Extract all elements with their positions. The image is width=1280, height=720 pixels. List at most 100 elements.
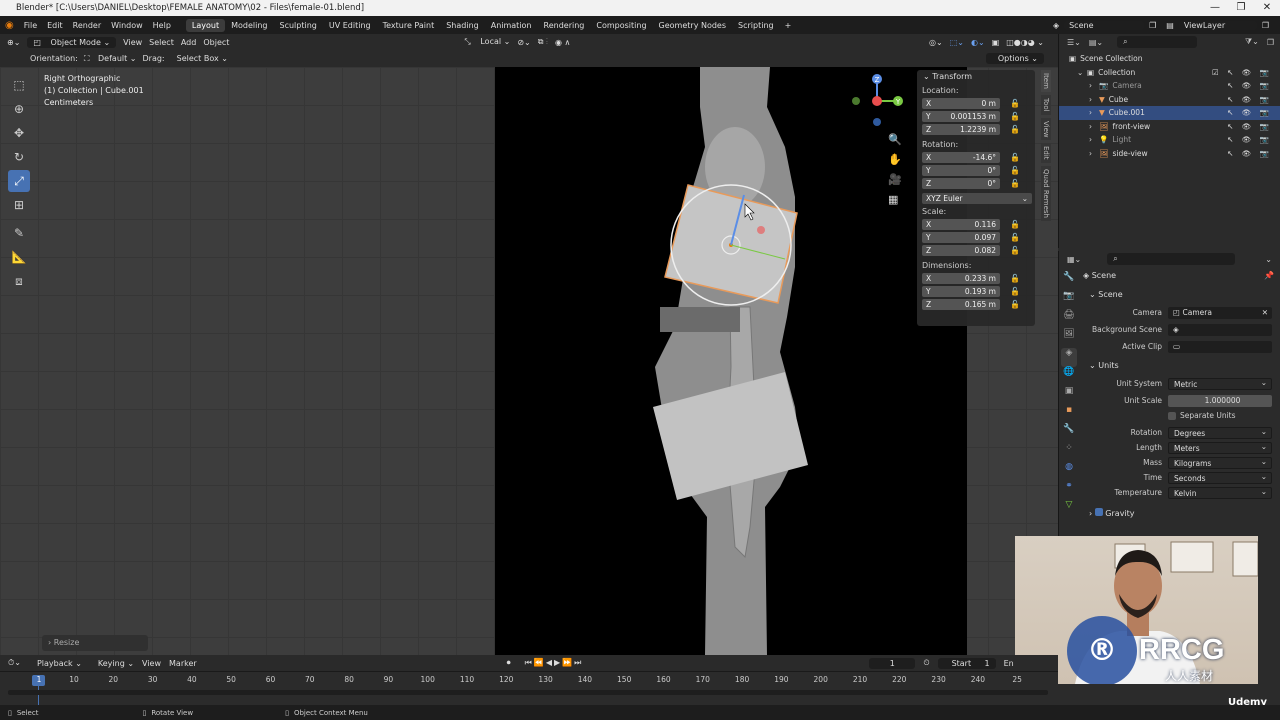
new-scene-icon[interactable]: ❐ — [1144, 21, 1161, 30]
expand-arrow-icon[interactable]: › — [1089, 133, 1099, 147]
menu-render[interactable]: Render — [68, 21, 106, 30]
rot-y-field[interactable]: Y 0° — [922, 165, 1000, 176]
rotate-tool-icon[interactable]: ↻ — [8, 146, 30, 168]
tab-modeling[interactable]: Modeling — [225, 19, 273, 32]
lock-icon[interactable]: 🔓 — [1010, 246, 1020, 255]
rotation-unit-dropdown[interactable]: Degrees — [1168, 426, 1272, 439]
rotation-mode-dropdown[interactable]: XYZ Euler ⌄ — [922, 193, 1032, 204]
separate-units-checkbox[interactable] — [1168, 411, 1176, 420]
filter-icon[interactable]: ⧩⌄ — [1245, 37, 1259, 47]
gravity-checkbox[interactable] — [1094, 508, 1103, 516]
shading-modes-icon[interactable]: ◫●◑◕ ⌄ — [1006, 38, 1044, 47]
scl-z-field[interactable]: Z 0.082 — [922, 245, 1000, 256]
tab-shading[interactable]: Shading — [440, 19, 485, 32]
use-preview-range-icon[interactable]: ⏲ — [923, 658, 929, 668]
loc-x-field[interactable]: X 0 m — [922, 98, 1000, 109]
scene-tab-icon[interactable]: ◈ — [1061, 348, 1077, 367]
outliner-item-light[interactable]: › 💡 Light ↖ 👁 📷 — [1059, 133, 1280, 147]
unit-system-dropdown[interactable]: Metric — [1168, 377, 1272, 390]
transform-tool-icon[interactable]: ⊞ — [8, 194, 30, 216]
outliner-editor-icon[interactable]: ☰⌄ — [1067, 38, 1081, 47]
sidetab-view[interactable]: View — [1041, 117, 1051, 141]
scl-y-field[interactable]: Y 0.097 — [922, 232, 1000, 243]
gizmo-nav-neg-z[interactable] — [873, 118, 881, 126]
new-collection-icon[interactable]: ❐ — [1267, 38, 1274, 47]
scene-selector[interactable]: Scene — [1064, 20, 1145, 30]
constraints-tab-icon[interactable]: ⚭ — [1061, 481, 1077, 500]
lock-icon[interactable]: 🔓 — [1010, 99, 1020, 108]
timeline-ruler[interactable]: 1 10 20 30 40 50 60 70 80 90 100 110 120 130 140 150 160… — [0, 671, 1058, 706]
mode-dropdown[interactable]: ◰ Object Mode ⌄ — [27, 36, 117, 48]
rot-x-field[interactable]: X -14.6° — [922, 152, 1000, 163]
outliner-item-cube-001[interactable]: › ▼ Cube.001 ↖ 👁 📷 — [1059, 106, 1280, 120]
menu-edit[interactable]: Edit — [42, 21, 68, 30]
visibility-toggles-icon[interactable]: ☑ ↖ 👁 📷 — [1212, 66, 1272, 80]
active-clip-field[interactable]: ▭ — [1168, 340, 1272, 353]
visibility-toggles-icon[interactable]: ↖ 👁 📷 — [1227, 147, 1272, 161]
visibility-toggles-icon[interactable]: ↖ 👁 📷 — [1227, 106, 1272, 120]
gizmo-toggle-icon[interactable]: ⬚⌄ — [950, 38, 964, 47]
loc-y-field[interactable]: Y 0.001153 m — [922, 111, 1000, 122]
minimize-button[interactable]: — — [1202, 0, 1228, 16]
timeline-scrollbar[interactable] — [8, 690, 1048, 695]
visibility-toggles-icon[interactable]: ↖ 👁 📷 — [1227, 120, 1272, 134]
output-tab-icon[interactable]: 🖨 — [1061, 310, 1077, 329]
playback-menu[interactable]: Playback ⌄ — [29, 659, 82, 668]
expand-arrow-icon[interactable]: ⌄ — [1077, 66, 1087, 80]
lock-icon[interactable]: 🔓 — [1010, 287, 1020, 296]
end-frame-field[interactable]: En — [1004, 659, 1014, 668]
viewlayer-selector[interactable]: ViewLayer — [1178, 20, 1257, 30]
tab-sculpting[interactable]: Sculpting — [274, 19, 323, 32]
menu-window[interactable]: Window — [106, 21, 148, 30]
mass-unit-dropdown[interactable]: Kilograms — [1168, 456, 1272, 469]
scene-section-header[interactable]: ⌄ Scene — [1089, 285, 1280, 305]
gizmo-nav-neg-y[interactable] — [852, 97, 860, 105]
annotate-tool-icon[interactable]: ✎ — [8, 222, 30, 244]
gizmo-x-handle[interactable] — [757, 226, 765, 234]
tab-compositing[interactable]: Compositing — [590, 19, 652, 32]
expand-arrow-icon[interactable]: › — [1089, 106, 1099, 120]
data-tab-icon[interactable]: ▽ — [1061, 500, 1077, 519]
visibility-toggles-icon[interactable]: ↖ 👁 📷 — [1227, 133, 1272, 147]
zoom-icon[interactable]: 🔍 — [888, 130, 902, 150]
expand-arrow-icon[interactable]: › — [1089, 120, 1099, 134]
sidetab-quad-remesh[interactable]: Quad Remesh — [1041, 165, 1051, 221]
sidetab-edit[interactable]: Edit — [1041, 143, 1051, 163]
particles-tab-icon[interactable]: ⁘ — [1061, 443, 1077, 462]
xray-icon[interactable]: ▣ — [992, 38, 1000, 47]
menu-select[interactable]: Select — [149, 38, 174, 47]
dim-y-field[interactable]: Y 0.193 m — [922, 286, 1000, 297]
length-unit-dropdown[interactable]: Meters — [1168, 441, 1272, 454]
physics-tab-icon[interactable]: ◍ — [1061, 462, 1077, 481]
menu-view[interactable]: View — [123, 38, 142, 47]
lock-icon[interactable]: 🔓 — [1010, 220, 1020, 229]
transform-pivot-dropdown[interactable]: ⤡ Local ⌄ — [464, 37, 510, 47]
select-box-tool-icon[interactable]: ⬚ — [8, 74, 30, 96]
proportional-edit-icon[interactable]: ◉ ∧ — [555, 38, 570, 47]
sidetab-item[interactable]: Item — [1041, 70, 1051, 92]
clear-icon[interactable]: ✕ — [1262, 307, 1268, 319]
new-viewlayer-icon[interactable]: ❐ — [1257, 21, 1274, 30]
lock-icon[interactable]: 🔓 — [1010, 300, 1020, 309]
outliner-item-cube[interactable]: › ▼ Cube ↖ 👁 📷 — [1059, 93, 1280, 107]
record-icon[interactable]: ⏺ — [507, 658, 511, 668]
last-operator-panel[interactable]: › Resize — [42, 635, 148, 651]
properties-editor-icon[interactable]: ▦⌄ — [1067, 255, 1081, 264]
add-workspace-button[interactable]: + — [780, 21, 797, 30]
current-frame-field[interactable]: 1 — [869, 657, 916, 669]
expand-arrow-icon[interactable]: › — [1089, 147, 1099, 161]
cursor-tool-icon[interactable]: ⊕ — [8, 98, 30, 120]
orientation-dropdown[interactable]: ⛶ Default ⌄ — [84, 54, 137, 64]
tab-uv-editing[interactable]: UV Editing — [323, 19, 377, 32]
expand-arrow-icon[interactable]: › — [1089, 79, 1099, 93]
lock-icon[interactable]: 🔓 — [1010, 166, 1020, 175]
tab-layout[interactable]: Layout — [185, 18, 226, 32]
unit-scale-field[interactable]: 1.000000 — [1168, 394, 1272, 407]
background-scene-field[interactable]: ◈ — [1168, 323, 1272, 336]
ortho-grid-icon[interactable]: ▦ — [888, 190, 902, 210]
drag-dropdown[interactable]: Select Box ⌄ — [171, 54, 228, 63]
lock-icon[interactable]: 🔓 — [1010, 179, 1020, 188]
view-layer-tab-icon[interactable]: 🖼 — [1061, 329, 1077, 348]
menu-help[interactable]: Help — [148, 21, 176, 30]
overlay-toggle-icon[interactable]: ◐⌄ — [971, 38, 985, 47]
